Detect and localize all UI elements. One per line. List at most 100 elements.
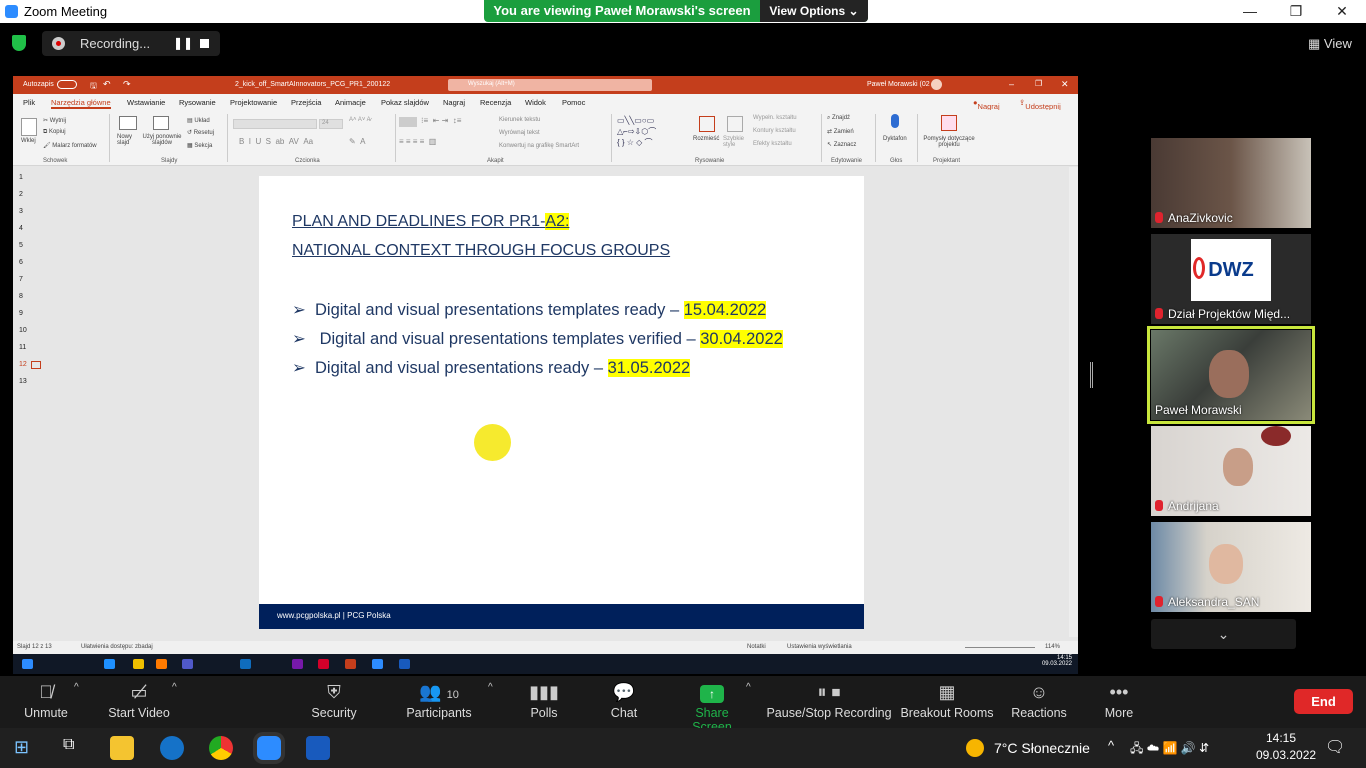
format-painter-button[interactable]: 🖌 Malarz formatów — [43, 142, 97, 149]
arrange-icon[interactable] — [699, 116, 715, 132]
shape-fill-button[interactable]: Wypełn. kształtu — [753, 115, 797, 121]
thumb-number[interactable]: 10 — [19, 327, 27, 334]
chrome-icon[interactable] — [209, 736, 233, 760]
arrange-label[interactable]: Rozmieść — [693, 136, 719, 142]
panel-resize-handle[interactable] — [1090, 362, 1093, 388]
word-taskbar-icon[interactable] — [306, 736, 330, 760]
undo-icon[interactable]: ↶ — [103, 79, 111, 90]
start-video-button[interactable]: ▭̸ Start Video — [104, 676, 174, 728]
encryption-shield-icon[interactable] — [12, 35, 26, 51]
share-options-caret[interactable]: ^ — [746, 682, 751, 693]
close-icon[interactable]: ✕ — [1319, 0, 1365, 23]
breakout-rooms-button[interactable]: ▦ Breakout Rooms — [900, 676, 994, 728]
alignment-buttons[interactable]: ≡ ≡ ≡ ≡ ▥ — [399, 137, 436, 146]
tab-review[interactable]: Recenzja — [480, 98, 511, 107]
text-format-buttons[interactable]: B I U S ab AV Aa — [239, 137, 313, 146]
thumb-number[interactable]: 11 — [19, 344, 26, 351]
designer-label[interactable]: Pomysły dotyczące projektu — [919, 136, 979, 148]
bullets-button[interactable] — [399, 117, 417, 127]
thumb-number[interactable]: 3 — [19, 208, 23, 215]
ppt-restore-icon[interactable]: ❐ — [1035, 79, 1042, 88]
new-slide-label[interactable]: Nowy slajd — [117, 134, 141, 146]
minimize-icon[interactable]: — — [1227, 0, 1273, 23]
thumb-number[interactable]: 2 — [19, 191, 23, 198]
shape-effects-button[interactable]: Efekty kształtu — [753, 141, 792, 147]
participant-video-tile[interactable]: Aleksandra_SAN — [1151, 522, 1311, 612]
tab-draw[interactable]: Rysowanie — [179, 98, 216, 107]
outlook-app-icon[interactable] — [160, 736, 184, 760]
gallery-scroll-down-button[interactable]: ⌄ — [1151, 619, 1296, 649]
zoom-slider[interactable] — [965, 647, 1035, 648]
tab-slideshow[interactable]: Pokaz slajdów — [381, 98, 429, 107]
end-meeting-button[interactable]: End — [1294, 689, 1353, 714]
save-icon[interactable]: 🖫 — [90, 80, 97, 94]
thumb-number[interactable]: 9 — [19, 310, 23, 317]
autosave-toggle[interactable] — [57, 80, 77, 89]
slide-canvas[interactable]: PLAN AND DEADLINES FOR PR1-A2: NATIONAL … — [259, 176, 864, 629]
slide-thumbnails[interactable]: 1 2 3 4 5 6 7 8 9 10 11 12 13 — [13, 167, 53, 637]
microphone-icon[interactable] — [891, 114, 899, 128]
zoom-taskbar-icon[interactable] — [257, 736, 281, 760]
paste-icon[interactable] — [21, 118, 37, 136]
tab-design[interactable]: Projektowanie — [230, 98, 277, 107]
tab-file[interactable]: Plik — [23, 98, 35, 107]
copy-button[interactable]: ⧉ Kopiuj — [43, 129, 66, 136]
smartart-button[interactable]: Konwertuj na grafikę SmartArt — [499, 143, 579, 149]
quick-styles-label[interactable]: Szybkie style — [723, 136, 749, 148]
thumb-number[interactable]: 1 — [19, 174, 23, 181]
clock-time[interactable]: 14:15 — [1266, 731, 1296, 745]
dictate-label[interactable]: Dyktafon — [883, 136, 907, 142]
ppt-search-box[interactable]: Wyszukaj (Alt+M) — [448, 79, 652, 91]
cut-button[interactable]: ✂ Wytnij — [43, 117, 66, 124]
file-explorer-icon[interactable] — [110, 736, 134, 760]
pause-stop-recording-button[interactable]: ⏸ ⏹ Pause/Stop Recording — [766, 676, 892, 728]
accessibility-status[interactable]: Ułatwienia dostępu: zbadaj — [81, 644, 153, 650]
tab-view[interactable]: Widok — [525, 98, 546, 107]
tray-icons[interactable]: 🖧 ☁ 📶 🔊 ⇵ — [1130, 739, 1209, 760]
new-slide-icon[interactable] — [119, 116, 137, 130]
thumb-number[interactable]: 5 — [19, 242, 23, 249]
thumb-number[interactable]: 6 — [19, 259, 23, 266]
ppt-close-icon[interactable]: ✕ — [1061, 79, 1069, 90]
shared-screen-powerpoint[interactable]: Autozapis 🖫 ↶ ↷ 2_kick_off_SmartAInnovat… — [13, 76, 1078, 654]
task-view-icon[interactable]: ⧉ — [63, 736, 74, 754]
tab-record[interactable]: Nagraj — [443, 98, 465, 107]
record-button[interactable]: ● Nagraj — [973, 98, 1000, 111]
participant-video-tile[interactable]: DWZ Dział Projektów Międ... — [1151, 234, 1311, 324]
select-button[interactable]: ↖ Zaznacz — [827, 141, 856, 148]
ppt-minimize-icon[interactable]: – — [1009, 79, 1014, 89]
chat-button[interactable]: 💬 Chat — [602, 676, 646, 728]
notes-button[interactable]: Notatki — [747, 644, 766, 650]
unmute-button[interactable]: 🎙̸ Unmute — [18, 676, 74, 728]
quick-styles-icon[interactable] — [727, 116, 743, 132]
security-button[interactable]: ⛨ Security — [306, 676, 362, 728]
section-button[interactable]: ▦ Sekcja — [187, 142, 212, 149]
active-thumbnail[interactable] — [31, 361, 41, 369]
user-avatar[interactable] — [931, 79, 942, 90]
redo-icon[interactable]: ↷ — [123, 79, 131, 90]
participant-video-tile[interactable]: Andrijana — [1151, 426, 1311, 516]
tray-chevron-icon[interactable]: ^ — [1108, 738, 1114, 753]
participant-video-tile[interactable]: AnaZivkovic — [1151, 138, 1311, 228]
share-button[interactable]: ⇪ Udostępnij — [1019, 98, 1061, 111]
view-button[interactable]: ▦ View — [1308, 36, 1352, 52]
shape-outline-button[interactable]: Kontury kształtu — [753, 128, 796, 134]
font-name-select[interactable] — [233, 119, 317, 129]
tab-insert[interactable]: Wstawianie — [127, 98, 165, 107]
thumb-number[interactable]: 13 — [19, 378, 27, 385]
clock-date[interactable]: 09.03.2022 — [1256, 748, 1316, 762]
find-button[interactable]: ⌕ Znajdź — [827, 115, 850, 122]
replace-button[interactable]: ⇄ Zamień — [827, 128, 854, 135]
pause-recording-icon[interactable]: ❚❚ — [173, 36, 193, 50]
video-options-caret[interactable]: ^ — [172, 682, 177, 693]
list-buttons[interactable]: ⁝≡ ⇤ ⇥ ↕≡ — [421, 116, 461, 125]
more-button[interactable]: ••• More — [1100, 676, 1138, 728]
tab-animations[interactable]: Animacje — [335, 98, 366, 107]
thumb-number[interactable]: 7 — [19, 276, 23, 283]
align-text-button[interactable]: Wyrównaj tekst — [499, 130, 540, 136]
tab-transitions[interactable]: Przejścia — [291, 98, 321, 107]
text-direction-button[interactable]: Kierunek tekstu — [499, 117, 540, 123]
thumb-number-active[interactable]: 12 — [19, 361, 27, 368]
font-size-select[interactable]: 24 — [319, 119, 343, 129]
designer-icon[interactable] — [941, 115, 957, 131]
